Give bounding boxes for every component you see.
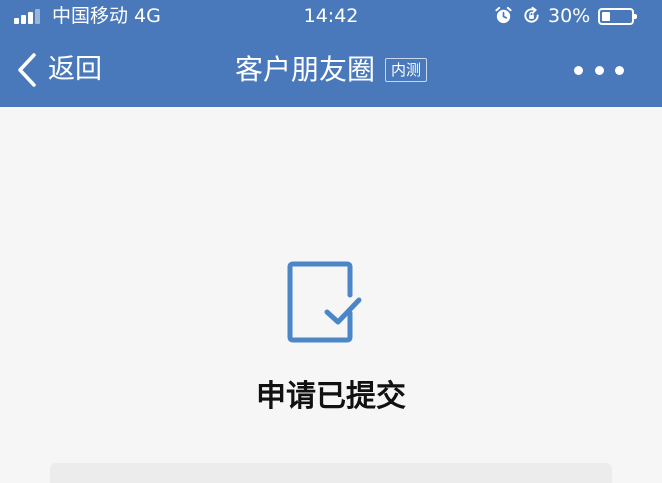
app-header: 中国移动 4G 14:42 30% 返回 客户朋友圈 内测: [0, 0, 662, 107]
info-card: [50, 463, 612, 483]
more-dot-icon: [615, 65, 624, 75]
battery-percentage: 30%: [548, 5, 591, 27]
alarm-clock-icon: [495, 6, 512, 24]
submission-status-message: 申请已提交: [256, 379, 406, 414]
more-options-button[interactable]: [574, 58, 624, 82]
beta-badge: 内测: [385, 58, 428, 82]
document-check-icon: [287, 261, 362, 343]
more-dot-icon: [574, 65, 583, 75]
more-dot-icon: [594, 65, 604, 75]
battery-icon: [598, 8, 637, 25]
status-bar: 中国移动 4G 14:42 30%: [0, 0, 662, 34]
nav-title-group: 客户朋友圈 内测: [0, 50, 662, 90]
rotation-lock-icon: [524, 6, 539, 23]
page-title: 客户朋友圈: [234, 53, 375, 86]
content-area: 申请已提交: [0, 107, 662, 483]
